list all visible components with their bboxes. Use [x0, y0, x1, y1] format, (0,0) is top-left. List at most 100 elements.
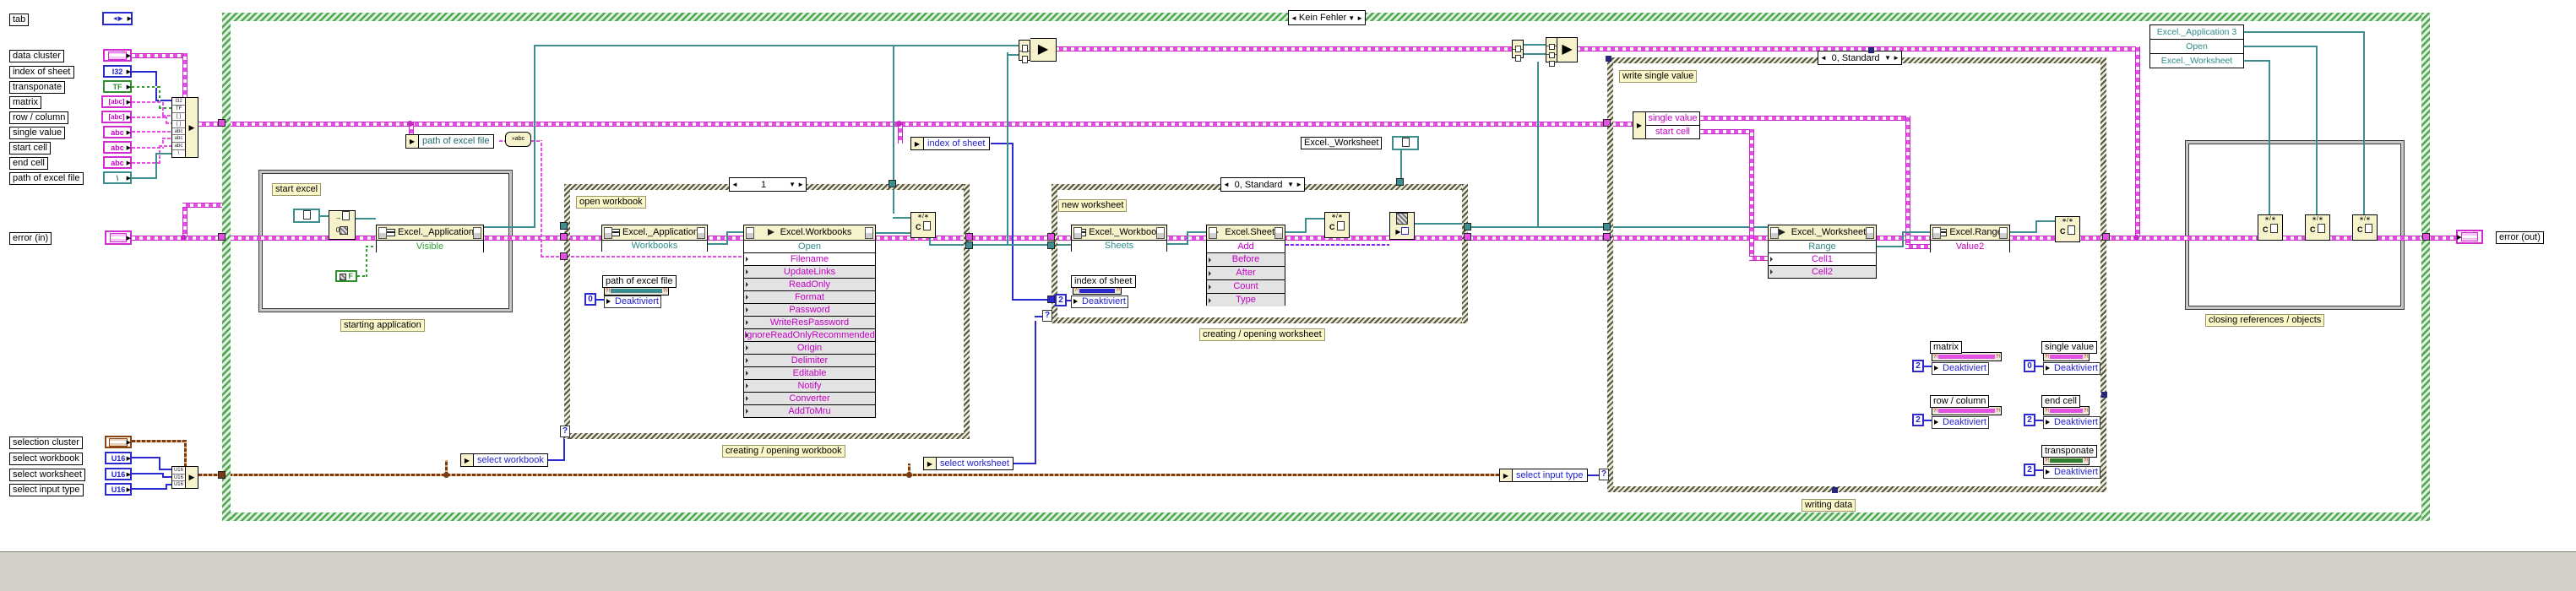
property-deaktiviert[interactable]: Deaktiviert — [2043, 362, 2100, 375]
invoke-param-row[interactable]: Converter — [744, 392, 875, 404]
string-terminal[interactable]: abc ▶ — [103, 126, 132, 138]
invoke-method-open[interactable]: Open — [744, 240, 875, 252]
next-case-icon[interactable]: ► — [1296, 181, 1302, 188]
main-case-border-left[interactable] — [222, 13, 231, 521]
close-reference-node[interactable]: ∗/∗ C — [2305, 214, 2330, 241]
tunnel[interactable] — [2422, 233, 2430, 241]
property-deaktiviert[interactable]: Deaktiviert — [604, 296, 661, 308]
tunnel[interactable] — [965, 241, 973, 249]
case-selector-main[interactable]: ◄ Kein Fehler ▼ ► — [1288, 10, 1366, 25]
property-deaktiviert[interactable]: Deaktiviert — [1071, 296, 1128, 308]
merge-node[interactable]: ▶ — [1030, 38, 1057, 62]
close-reference-node[interactable]: ∗/∗ C — [1324, 212, 1350, 238]
write-case-border-bottom[interactable] — [1607, 486, 2106, 492]
tunnel[interactable] — [1603, 223, 1611, 230]
invoke-param-row[interactable]: Cell2 — [1769, 265, 1876, 278]
invoke-node-excel-worksheet-range[interactable]: Excel._Worksheet Range Cell1 Cell2 — [1768, 225, 1877, 279]
tf-terminal[interactable]: TF ▶ — [103, 80, 132, 93]
invoke-node-title[interactable]: Excel._Worksheet — [1769, 225, 1876, 240]
main-case-border-right[interactable] — [2421, 13, 2430, 521]
tunnel[interactable] — [560, 252, 568, 260]
tunnel[interactable] — [1396, 178, 1404, 186]
boolean-false-constant[interactable]: F — [335, 270, 357, 282]
chevron-down-icon[interactable]: ▼ — [1348, 14, 1355, 22]
unbundle-row-single-value[interactable]: single value — [1646, 112, 1699, 125]
property-node-title[interactable]: Excel._Application — [602, 225, 707, 240]
worksheet-refnum-indicator[interactable] — [1392, 136, 1419, 150]
property-row-workbooks[interactable]: Workbooks — [602, 240, 707, 252]
numeric-constant-0[interactable]: 0 — [584, 293, 596, 306]
refnum-cells-node[interactable] — [1019, 40, 1030, 63]
invoke-method-range[interactable]: Range — [1769, 240, 1876, 252]
close-reference-node[interactable]: ∗/∗ C — [2258, 214, 2283, 241]
string-terminal[interactable]: abc ▶ — [103, 141, 132, 154]
prev-case-icon[interactable]: ◄ — [1291, 14, 1297, 22]
bundle-node-data[interactable]: I32 TF [ ] [ ] abc abc abc \ ▶ — [171, 97, 198, 158]
invoke-param-row[interactable]: Password — [744, 303, 875, 316]
string-array-terminal[interactable]: [abc] ▶ — [101, 95, 132, 108]
property-node-title[interactable]: Excel._Workbook — [1072, 225, 1166, 240]
tunnel[interactable] — [889, 180, 896, 187]
invoke-param-row[interactable]: UpdateLinks — [744, 265, 875, 278]
unbundle-select-worksheet[interactable]: ▶ select worksheet — [923, 457, 1014, 470]
selection-handle[interactable] — [2101, 392, 2107, 398]
numeric-constant-2[interactable]: 2 — [2024, 414, 2035, 426]
invoke-param-row[interactable]: Cell1 — [1769, 252, 1876, 265]
invoke-param-row[interactable]: ReadOnly — [744, 278, 875, 290]
tunnel[interactable] — [1047, 296, 1055, 303]
unbundle-single-value-start-cell[interactable]: ▶ single value start cell — [1633, 111, 1700, 139]
property-deaktiviert[interactable]: Deaktiviert — [2043, 466, 2100, 479]
unbundle-index-of-sheet[interactable]: ▶ index of sheet — [910, 137, 990, 150]
invoke-param-row[interactable]: After — [1207, 266, 1285, 279]
invoke-node-title[interactable]: Excel.Sheets — [1207, 225, 1285, 240]
unbundle-path-of-excel-file[interactable]: ▶ path of excel file — [405, 134, 494, 149]
invoke-param-row[interactable]: Filename — [744, 252, 875, 265]
tunnel[interactable] — [2102, 233, 2110, 241]
numeric-constant-2[interactable]: 2 — [1912, 414, 1924, 426]
automation-open-node[interactable]: → 0 — [329, 210, 356, 240]
numeric-constant-0[interactable]: 0 — [2024, 360, 2035, 372]
next-case-icon[interactable]: ► — [797, 181, 804, 188]
workbook-case-border-bottom[interactable] — [564, 433, 970, 439]
property-deaktiviert[interactable]: Deaktiviert — [1932, 362, 1989, 375]
invoke-param-row[interactable]: Format — [744, 290, 875, 303]
numeric-constant-2[interactable]: 2 — [1912, 360, 1924, 372]
worksheet-case-border-right[interactable] — [1462, 184, 1468, 323]
main-case-border-bottom[interactable] — [222, 512, 2430, 521]
tunnel[interactable] — [218, 471, 226, 479]
close-reference-node[interactable]: ∗/∗ C — [2055, 216, 2080, 242]
property-node-excel-application[interactable]: Excel._Application Visible — [376, 225, 484, 252]
prev-case-icon[interactable]: ◄ — [1223, 181, 1230, 188]
close-reference-node[interactable]: ∗/∗ C — [910, 212, 936, 238]
refnum-local-open[interactable]: Open — [2150, 39, 2243, 53]
tunnel[interactable] — [1464, 223, 1471, 230]
bundle-node-selection[interactable]: U16 U16 U16 ▶ — [171, 466, 198, 489]
invoke-param-row[interactable]: Editable — [744, 366, 875, 379]
chevron-down-icon[interactable]: ▼ — [789, 181, 796, 188]
case-selector-write[interactable]: ◄ 0, Standard ▼ ► — [1818, 51, 1902, 65]
u16-terminal[interactable]: U16 ▶ — [105, 452, 132, 464]
invoke-param-row[interactable]: Type — [1207, 293, 1285, 306]
tunnel[interactable] — [218, 119, 226, 127]
invoke-param-row[interactable]: Notify — [744, 379, 875, 392]
property-row-visible[interactable]: Visible — [377, 240, 483, 252]
tunnel[interactable] — [1047, 241, 1055, 249]
tunnel[interactable] — [965, 233, 973, 241]
refnum-local-application[interactable]: Excel._Application 3 — [2150, 25, 2243, 39]
write-case-border-right[interactable] — [2100, 57, 2106, 492]
tab-control-terminal[interactable]: ◄▶ ▶ — [102, 12, 133, 25]
u16-terminal[interactable]: U16 ▶ — [105, 483, 132, 496]
chevron-down-icon[interactable]: ▼ — [1287, 181, 1294, 188]
case-selector-terminal-workbook[interactable]: ? — [560, 426, 570, 437]
refnum-local-worksheet[interactable]: Excel._Worksheet — [2150, 53, 2243, 68]
property-node-excel-range-value2[interactable]: Excel.Range Value2 — [1930, 225, 2010, 252]
numeric-constant-2[interactable]: 2 — [2024, 464, 2035, 476]
invoke-method-add[interactable]: Add — [1207, 240, 1285, 252]
case-selector-terminal-write[interactable]: ? — [1599, 469, 1609, 480]
string-terminal[interactable]: abc ▶ — [103, 156, 132, 169]
merge-node[interactable]: ▶ — [1557, 37, 1578, 62]
tunnel[interactable] — [1464, 233, 1471, 241]
property-row-sheets[interactable]: Sheets — [1072, 240, 1166, 252]
tunnel[interactable] — [1047, 233, 1055, 241]
case-selector-terminal-worksheet[interactable]: ? — [1042, 310, 1052, 322]
